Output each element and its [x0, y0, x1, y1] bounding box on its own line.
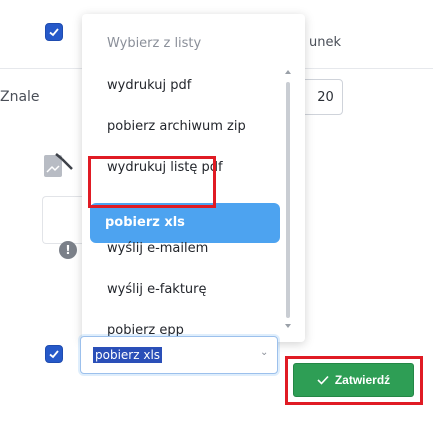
confirm-button-label: Zatwierdź — [334, 373, 391, 387]
content-panel-edge — [42, 196, 84, 244]
dropdown-option-label: pobierz xls — [105, 215, 185, 230]
dropdown-option[interactable]: wyślij e-fakturę — [107, 282, 207, 297]
check-icon — [49, 350, 59, 359]
confirm-button[interactable]: Zatwierdź — [293, 363, 414, 397]
results-found-label: Znale — [0, 89, 40, 105]
dropdown-option[interactable]: wydrukuj pdf — [107, 78, 191, 93]
row-checkbox[interactable] — [45, 345, 63, 363]
action-select-value: pobierz xls — [93, 347, 163, 363]
select-all-checkbox[interactable] — [45, 23, 63, 41]
chevron-down-icon: ⌄ — [260, 347, 269, 358]
checkmark-icon — [317, 375, 329, 385]
document-edit-icon — [42, 152, 74, 184]
dropdown-option-selected[interactable]: pobierz xls — [90, 203, 280, 243]
column-header-fragment: unek — [309, 35, 342, 50]
action-select[interactable]: pobierz xls ⌄ — [80, 336, 278, 374]
dropdown-option[interactable]: pobierz archiwum zip — [107, 119, 246, 134]
scrollbar-thumb[interactable] — [286, 82, 290, 318]
dropdown-header: Wybierz z listy — [107, 36, 202, 51]
dropdown-option[interactable]: wyślij e-mailem — [107, 241, 208, 256]
check-icon — [49, 28, 59, 37]
highlight-annotation-box — [88, 156, 216, 208]
scroll-up-arrow-icon[interactable] — [285, 70, 291, 74]
page-size-value: 20 — [317, 89, 334, 105]
info-icon: ! — [59, 241, 77, 259]
scroll-down-arrow-icon[interactable] — [285, 324, 291, 328]
